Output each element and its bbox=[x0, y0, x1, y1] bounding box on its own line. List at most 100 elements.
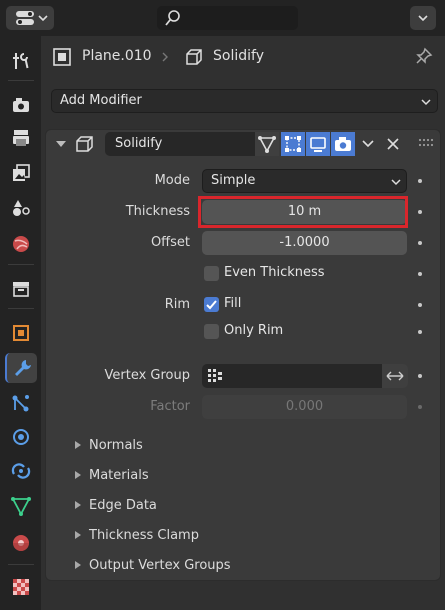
keyframe-dot[interactable] bbox=[418, 303, 422, 307]
viewport-toggle[interactable] bbox=[306, 132, 330, 156]
mesh-data-icon bbox=[11, 497, 31, 516]
tab-texture[interactable] bbox=[5, 572, 37, 602]
tab-view-layer[interactable] bbox=[5, 158, 37, 188]
fill-checkbox[interactable] bbox=[204, 297, 219, 312]
subpanel-label: Materials bbox=[89, 467, 149, 483]
subpanel-materials[interactable]: Materials bbox=[75, 464, 415, 486]
material-icon bbox=[13, 535, 29, 551]
modifier-name-field[interactable]: Solidify bbox=[105, 132, 255, 156]
breadcrumb-modifier-name: Solidify bbox=[213, 48, 264, 64]
mode-label: Mode bbox=[154, 173, 190, 188]
factor-label: Factor bbox=[150, 399, 190, 414]
keyframe-dot[interactable] bbox=[418, 241, 422, 245]
tab-separator bbox=[8, 308, 34, 309]
chevron-down-icon bbox=[391, 179, 401, 186]
expand-triangle-icon bbox=[75, 471, 81, 479]
monitor-icon bbox=[310, 137, 326, 152]
vertex-triangle-icon bbox=[258, 136, 276, 153]
expand-triangle-icon bbox=[75, 441, 81, 449]
on-cage-toggle[interactable] bbox=[255, 132, 279, 156]
subpanel-label: Normals bbox=[89, 437, 143, 453]
close-icon[interactable] bbox=[386, 137, 400, 151]
mode-value: Simple bbox=[211, 173, 256, 188]
search-input[interactable] bbox=[185, 9, 294, 29]
tab-separator bbox=[8, 264, 34, 265]
tab-collection[interactable] bbox=[5, 274, 37, 304]
render-toggle[interactable] bbox=[331, 132, 355, 156]
camera-icon bbox=[335, 137, 351, 151]
vertex-group-label: Vertex Group bbox=[104, 368, 191, 383]
highlight-box bbox=[198, 196, 408, 228]
tab-world[interactable] bbox=[5, 229, 37, 259]
tab-output[interactable] bbox=[5, 123, 37, 153]
subpanel-label: Thickness Clamp bbox=[89, 527, 199, 543]
tab-constraints[interactable] bbox=[5, 456, 37, 486]
offset-field[interactable]: -1.0000 bbox=[202, 231, 407, 255]
keyframe-dot[interactable] bbox=[418, 210, 422, 214]
add-modifier-dropdown[interactable]: Add Modifier bbox=[51, 89, 438, 113]
modifier-cube-icon bbox=[186, 49, 202, 65]
keyframe-dot[interactable] bbox=[418, 405, 422, 409]
tab-material[interactable] bbox=[5, 528, 37, 558]
object-name: Plane.010 bbox=[82, 48, 152, 64]
invert-vertex-group-button[interactable] bbox=[382, 364, 408, 388]
mode-dropdown[interactable]: Simple bbox=[202, 169, 407, 193]
particles-icon bbox=[12, 395, 29, 412]
collapse-triangle-icon[interactable] bbox=[55, 138, 67, 150]
breadcrumb-chevron-icon bbox=[162, 52, 168, 62]
tool-icon bbox=[13, 53, 29, 69]
tab-object-data[interactable] bbox=[5, 491, 37, 521]
texture-checker-icon bbox=[13, 579, 29, 595]
wrench-icon bbox=[15, 360, 31, 376]
options-dropdown[interactable] bbox=[410, 6, 436, 30]
chevron-down-icon[interactable] bbox=[360, 137, 376, 151]
factor-field[interactable]: 0.000 bbox=[202, 395, 407, 419]
object-icon bbox=[53, 48, 71, 66]
keyframe-dot[interactable] bbox=[418, 272, 422, 276]
keyframe-dot[interactable] bbox=[418, 374, 422, 378]
thickness-label: Thickness bbox=[125, 204, 190, 219]
world-icon bbox=[13, 236, 29, 252]
editor-type-button[interactable] bbox=[6, 6, 54, 30]
view-layer-icon bbox=[13, 164, 30, 181]
subpanel-label: Edge Data bbox=[89, 497, 157, 513]
subpanel-thickness-clamp[interactable]: Thickness Clamp bbox=[75, 524, 415, 546]
tab-tool[interactable] bbox=[5, 46, 37, 76]
tab-scene[interactable] bbox=[5, 193, 37, 223]
only-rim-checkbox[interactable] bbox=[204, 324, 219, 339]
vertex-group-field[interactable] bbox=[202, 364, 382, 388]
chevron-down-icon bbox=[418, 15, 428, 22]
keyframe-dot[interactable] bbox=[418, 179, 422, 183]
tab-separator bbox=[8, 80, 34, 81]
expand-triangle-icon bbox=[75, 531, 81, 539]
only-rim-label: Only Rim bbox=[224, 323, 284, 338]
offset-label: Offset bbox=[150, 235, 190, 250]
subpanel-output-vertex-groups[interactable]: Output Vertex Groups bbox=[75, 554, 415, 576]
tab-separator bbox=[8, 564, 34, 565]
subpanel-normals[interactable]: Normals bbox=[75, 434, 415, 456]
tab-render[interactable] bbox=[5, 90, 37, 120]
tab-physics[interactable] bbox=[5, 422, 37, 452]
tab-particles[interactable] bbox=[5, 388, 37, 418]
edit-mode-icon bbox=[285, 136, 301, 152]
edit-mode-toggle[interactable] bbox=[281, 132, 305, 156]
scene-icon bbox=[13, 200, 30, 216]
expand-triangle-icon bbox=[75, 561, 81, 569]
checkmark-icon bbox=[206, 300, 217, 310]
physics-icon bbox=[13, 429, 29, 445]
expand-triangle-icon bbox=[75, 501, 81, 509]
drag-handle-icon[interactable] bbox=[418, 138, 434, 148]
editor-type-icon bbox=[16, 11, 48, 25]
even-thickness-checkbox[interactable] bbox=[204, 266, 219, 281]
tab-object[interactable] bbox=[5, 318, 37, 348]
tab-modifiers[interactable] bbox=[5, 353, 37, 383]
keyframe-dot[interactable] bbox=[418, 330, 422, 334]
search-field[interactable] bbox=[157, 6, 298, 30]
constraints-icon bbox=[11, 463, 31, 479]
vertex-group-icon bbox=[208, 369, 222, 382]
subpanel-edge-data[interactable]: Edge Data bbox=[75, 494, 415, 516]
fill-label: Fill bbox=[224, 296, 242, 311]
pin-icon[interactable] bbox=[414, 46, 434, 66]
modifier-name-text: Solidify bbox=[115, 136, 163, 151]
render-icon bbox=[13, 98, 29, 112]
